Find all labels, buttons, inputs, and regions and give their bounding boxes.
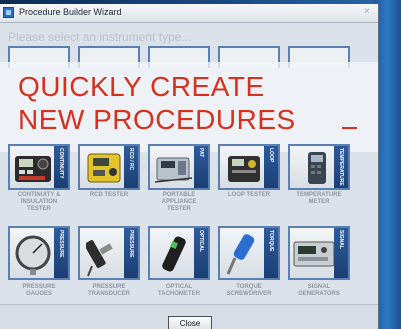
rcd-tester-icon [87,153,121,183]
tile-band-label: PRESSURE TRANSDUCER [128,230,134,258]
caption-continuity-insulation-tester: CONTINUITY & INSULATION TESTER [17,192,61,212]
procedure-builder-dialog: Procedure Builder Wizard × Please select… [0,4,379,329]
pressure-transducer-icon [86,240,113,277]
caption-loop-tester: LOOP TESTER [227,192,271,198]
optical-tachometer-icon [162,236,186,272]
tile-band-label: TORQUE SCREWDRIVER [268,230,274,252]
caption-optical-tachometer: OPTICAL TACHOMETER [158,284,200,297]
caption-portable-appliance-tester: PORTABLE APPLIANCE TESTER [161,192,197,212]
caption-temperature-meter: TEMPERATURE METER [296,192,342,205]
select-instrument-prompt: Please select an instrument type... [8,30,192,44]
caption-pressure-transducer: PRESSURE TRANSDUCER [88,284,130,297]
tile-pressure-gauges[interactable]: PRESSURE GAUGES [8,226,70,280]
caption-rcd-tester: RCD TESTER [89,192,129,198]
tile-continuity-insulation-tester[interactable]: CONTINUITY [8,144,70,190]
pressure-gauge-icon [15,235,51,275]
promo-headline: QUICKLY CREATE NEW PROCEDURES [18,70,296,136]
promo-headline-line-2: NEW PROCEDURES [18,104,296,135]
tile-band-label: CONTINUITY [58,148,64,179]
temperature-meter-icon [308,152,326,184]
app-icon [3,7,14,18]
tile-band-label: PAT [198,148,204,158]
tile-band-label: LOOP [268,148,274,163]
promo-headline-line-1: QUICKLY CREATE [18,71,265,102]
insulation-tester-icon [15,156,51,182]
tile-loop-tester[interactable]: LOOP [218,144,280,190]
tile-signal-generators[interactable]: SIGNAL GENERATORS [288,226,350,280]
tile-optical-tachometer[interactable]: OPTICAL TACHOMETER [148,226,210,280]
tile-band-label: PRESSURE GAUGES [58,230,64,258]
title-bar: Procedure Builder Wizard × [0,4,378,23]
window-title: Procedure Builder Wizard [19,7,122,17]
tile-portable-appliance-tester[interactable]: PAT [148,144,210,190]
headline-dash [342,127,357,129]
tile-pressure-transducer[interactable]: PRESSURE TRANSDUCER [78,226,140,280]
tile-band-label: RCD / RC [128,148,134,171]
tile-temperature-meter[interactable]: TEMPERATURE [288,144,350,190]
torque-screwdriver-icon [226,234,255,275]
tile-band-label: SIGNAL GENERATORS [338,230,344,249]
close-button[interactable]: Close [168,316,212,329]
tile-band-label: OPTICAL TACHOMETER [198,230,204,252]
signal-generator-icon [293,241,335,267]
caption-signal-generators: SIGNAL GENERATORS [298,284,340,297]
pat-tester-icon [154,157,193,183]
tile-torque-screwdriver[interactable]: TORQUE SCREWDRIVER [218,226,280,280]
tile-band-label: TEMPERATURE [338,148,344,186]
caption-torque-screwdriver: TORQUE SCREWDRIVER [226,284,272,297]
caption-pressure-gauges: PRESSURE GAUGES [22,284,56,297]
loop-tester-icon [228,156,260,182]
tile-rcd-tester[interactable]: RCD / RC [78,144,140,190]
close-window-icon[interactable]: × [364,6,370,17]
